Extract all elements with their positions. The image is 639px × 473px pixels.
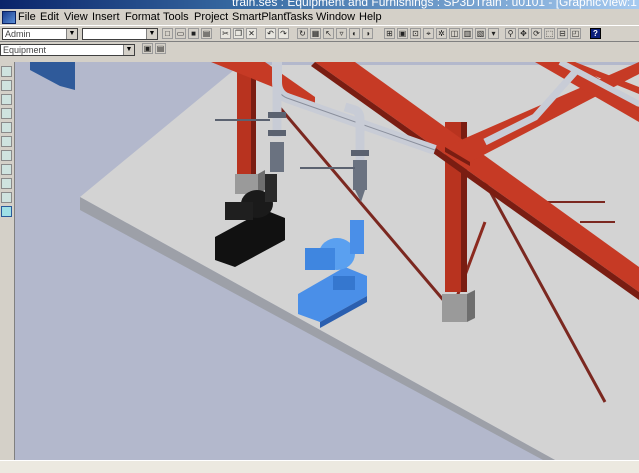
place-connection-icon[interactable] <box>1 192 12 203</box>
new-icon[interactable]: □ <box>162 28 173 39</box>
show-icon[interactable]: ◑ <box>362 28 373 39</box>
task-list-icon[interactable]: ▤ <box>155 43 166 54</box>
zoom-area-icon[interactable]: ⬚ <box>544 28 555 39</box>
open-icon[interactable]: ▭ <box>175 28 186 39</box>
menu-edit[interactable]: Edit <box>40 11 59 23</box>
cut-icon[interactable]: ✂ <box>220 28 231 39</box>
flange-1 <box>268 112 286 118</box>
render-icon[interactable]: ◫ <box>449 28 460 39</box>
undo-icon[interactable]: ↶ <box>265 28 276 39</box>
hide-icon[interactable]: ◐ <box>349 28 360 39</box>
footing-2-side <box>467 290 475 322</box>
secondary-combo[interactable]: ▼ <box>82 28 158 40</box>
menu-insert[interactable]: Insert <box>92 11 120 23</box>
menu-help[interactable]: Help <box>359 11 382 23</box>
app-icon[interactable] <box>2 11 16 24</box>
snap-icon[interactable]: ⌖ <box>423 28 434 39</box>
title-bar: train.ses : Equipment and Furnishings : … <box>0 0 639 9</box>
settings-icon[interactable]: ✲ <box>436 28 447 39</box>
fit-icon[interactable]: ⊟ <box>557 28 568 39</box>
pump-black-motor <box>225 202 253 220</box>
graphic-view[interactable] <box>15 62 639 460</box>
flange-2 <box>268 130 286 136</box>
place-shape-icon[interactable] <box>1 94 12 105</box>
place-port-icon[interactable] <box>1 136 12 147</box>
vertical-toolbar <box>0 62 15 460</box>
pump-blue-nozzle <box>350 220 364 254</box>
place-equipment-icon[interactable] <box>1 80 12 91</box>
status-bar <box>0 460 639 473</box>
task-options-icon[interactable]: ▣ <box>142 43 153 54</box>
menu-tools[interactable]: Tools <box>163 11 189 23</box>
help-icon[interactable]: ? <box>590 28 601 39</box>
window-title: train.ses : Equipment and Furnishings : … <box>232 0 639 9</box>
menu-format[interactable]: Format <box>125 11 160 23</box>
layers-icon[interactable]: ▥ <box>462 28 473 39</box>
delete-icon[interactable]: ✕ <box>246 28 257 39</box>
permission-group-combo[interactable]: Admin ▼ <box>2 28 78 40</box>
copy-icon[interactable]: ❐ <box>233 28 244 39</box>
redo-icon[interactable]: ↷ <box>278 28 289 39</box>
chevron-down-icon[interactable]: ▼ <box>146 29 157 39</box>
inspect-icon[interactable]: ⊡ <box>410 28 421 39</box>
pan-icon[interactable]: ✥ <box>518 28 529 39</box>
pump-blue-motor <box>305 248 335 270</box>
rotate-icon[interactable]: ⟳ <box>531 28 542 39</box>
select-filter-icon[interactable]: ▿ <box>336 28 347 39</box>
task-toolbar: Equipment ▼ ▣ ▤ <box>0 42 639 57</box>
common-views-icon[interactable]: ◰ <box>570 28 581 39</box>
task-combo[interactable]: Equipment ▼ <box>0 44 135 56</box>
menu-view[interactable]: View <box>64 11 88 23</box>
background-equipment <box>30 62 75 90</box>
menu-bar: File Edit View Insert Format Tools Proje… <box>0 9 639 25</box>
dropdown-icon[interactable]: ▾ <box>488 28 499 39</box>
select-icon[interactable]: ↖ <box>323 28 334 39</box>
footing-2 <box>442 294 467 322</box>
refresh-icon[interactable]: ↻ <box>297 28 308 39</box>
model-3d-view[interactable] <box>15 62 639 460</box>
filter-icon[interactable]: ▧ <box>475 28 486 39</box>
place-nozzle-icon[interactable] <box>1 108 12 119</box>
flange-3 <box>351 150 369 156</box>
place-foundation-icon[interactable] <box>1 150 12 161</box>
place-component-icon[interactable] <box>1 122 12 133</box>
main-toolbar: Admin ▼ ▼ □ ▭ ■ ▤ ✂ ❐ ✕ ↶ ↷ ↻ ▦ ↖ ▿ ◐ ◑ … <box>0 25 639 42</box>
measure-icon[interactable]: ⊞ <box>384 28 395 39</box>
menu-window[interactable]: Window <box>316 11 355 23</box>
menu-tasks[interactable]: Tasks <box>285 11 313 23</box>
save-icon[interactable]: ■ <box>188 28 199 39</box>
menu-smartplant[interactable]: SmartPlant <box>232 11 286 23</box>
menu-file[interactable]: File <box>18 11 36 23</box>
valve-2 <box>353 160 367 190</box>
place-equipment-selected-icon[interactable] <box>1 206 12 217</box>
workspace-icon[interactable]: ▣ <box>397 28 408 39</box>
zoom-icon[interactable]: ⚲ <box>505 28 516 39</box>
place-route-icon[interactable] <box>1 164 12 175</box>
select-arrow-icon[interactable] <box>1 66 12 77</box>
menu-project[interactable]: Project <box>194 11 228 23</box>
print-icon[interactable]: ▤ <box>201 28 212 39</box>
valve-1 <box>270 142 284 172</box>
properties-icon[interactable]: ▦ <box>310 28 321 39</box>
permission-group-value: Admin <box>5 29 31 39</box>
chevron-down-icon[interactable]: ▼ <box>66 29 77 39</box>
pump-black-nozzle <box>265 174 277 202</box>
chevron-down-icon[interactable]: ▼ <box>123 45 134 55</box>
task-combo-value: Equipment <box>3 45 47 55</box>
place-member-icon[interactable] <box>1 178 12 189</box>
pump-blue-pedestal <box>333 276 355 290</box>
